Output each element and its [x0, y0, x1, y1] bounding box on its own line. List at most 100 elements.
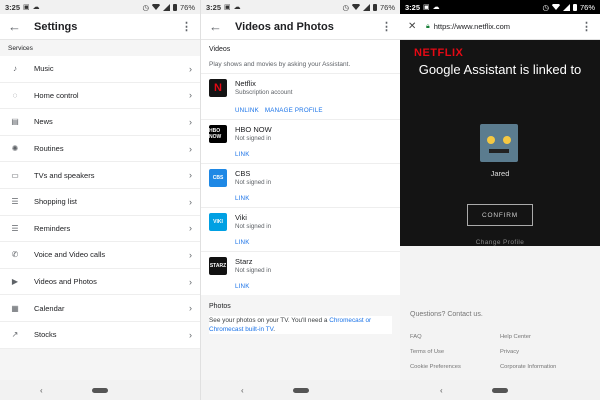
service-name: Netflix [235, 79, 256, 88]
unlink-button[interactable]: UNLINK [235, 107, 259, 114]
service-status: Subscription account [235, 89, 293, 96]
nav-back-icon[interactable]: ‹ [241, 386, 244, 395]
chevron-right-icon: › [189, 143, 192, 154]
change-profile-link[interactable]: Change Profile [400, 239, 600, 246]
link-button[interactable]: LINK [235, 195, 250, 202]
netflix-browser-screen: 3:25 ▣ ☁ ◷ 76% ✕ 🔒︎ https://www.netflix.… [400, 0, 600, 400]
url-text[interactable]: https://www.netflix.com [434, 22, 510, 31]
cast-icon: ▭ [11, 170, 19, 180]
system-nav-bar: ‹ [201, 380, 400, 400]
alarm-icon: ◷ [142, 2, 149, 12]
list-icon: ☰ [11, 197, 19, 207]
link-button[interactable]: LINK [235, 151, 250, 158]
settings-item[interactable]: ✆ Voice and Video calls › [0, 242, 200, 269]
profile-avatar[interactable] [480, 124, 518, 162]
footer-link-corporate[interactable]: Corporate Information [500, 364, 556, 370]
settings-item[interactable]: ♪ Music › [0, 56, 200, 83]
settings-item[interactable]: ▶ Videos and Photos › [0, 268, 200, 296]
avatar-eye-icon [487, 136, 495, 144]
service-logo: VIKI [209, 213, 227, 231]
settings-item[interactable]: ▭ TVs and speakers › [0, 162, 200, 189]
lightbulb-icon: ◌ [12, 90, 18, 100]
service-name: CBS [235, 169, 251, 178]
section-description: Play shows and movies by asking your Ass… [209, 61, 351, 68]
more-options-icon[interactable]: ⋮ [381, 20, 392, 33]
back-arrow-icon[interactable]: ← [209, 19, 227, 34]
wifi-icon [351, 4, 360, 10]
custom-tab-bar: ✕ 🔒︎ https://www.netflix.com ⋮ [400, 14, 600, 40]
signal-icon [362, 3, 370, 11]
battery-icon [172, 3, 177, 11]
footer-link-terms[interactable]: Terms of Use [410, 349, 444, 355]
manage-profile-button[interactable]: MANAGE PROFILE [265, 107, 323, 114]
app-bar: ← Settings ⋮ [0, 14, 200, 40]
battery-level: 76% [379, 2, 395, 12]
nav-back-icon[interactable]: ‹ [40, 386, 43, 395]
close-icon[interactable]: ✕ [408, 21, 422, 32]
link-button[interactable]: LINK [235, 283, 250, 290]
page-title: Settings [34, 20, 78, 33]
status-time: 3:25 [5, 2, 21, 12]
settings-item-label: Shopping list [34, 197, 77, 207]
settings-item[interactable]: ☰ Shopping list › [0, 188, 200, 216]
home-pill-icon[interactable] [92, 387, 108, 393]
section-label: Services [0, 40, 200, 56]
chevron-right-icon: › [189, 303, 192, 314]
service-info: Starz Not signed in LINK [235, 257, 392, 295]
settings-item[interactable]: ◌ Home control › [0, 82, 200, 110]
footer-link-help-center[interactable]: Help Center [500, 334, 531, 340]
service-list: N Netflix Subscription account UNLINK MANAGE… [201, 73, 400, 295]
settings-item[interactable]: ↗ Stocks › [0, 321, 200, 349]
photos-text-end: . [273, 326, 276, 333]
contact-link[interactable]: Questions? Contact us. [410, 311, 483, 318]
confirm-button[interactable]: CONFIRM [467, 204, 533, 226]
more-options-icon[interactable]: ⋮ [181, 20, 192, 33]
footer-link-cookies[interactable]: Cookie Preferences [410, 364, 461, 370]
service-actions: LINK [235, 239, 392, 251]
back-arrow-icon[interactable]: ← [8, 19, 26, 34]
section-heading: Photos [209, 303, 231, 310]
service-name: Starz [235, 257, 253, 266]
chevron-right-icon: › [189, 249, 192, 260]
video-icon: ▶ [11, 277, 19, 287]
service-item: STARZ Starz Not signed in LINK [201, 251, 400, 295]
routines-icon: ✺ [11, 144, 19, 154]
service-status: Not signed in [235, 179, 272, 186]
netflix-logo: NETFLIX [414, 47, 464, 59]
reminders-icon: ☰ [11, 223, 19, 233]
battery-level: 76% [579, 2, 595, 12]
service-item: N Netflix Subscription account UNLINK MANAGE… [201, 73, 400, 119]
notification-icon: ☁ [32, 4, 40, 11]
footer-link-faq[interactable]: FAQ [410, 334, 422, 340]
nav-back-icon[interactable]: ‹ [440, 386, 443, 395]
service-info: Viki Not signed in LINK [235, 213, 392, 251]
calendar-icon: ▦ [11, 303, 19, 313]
settings-item-label: TVs and speakers [34, 170, 95, 180]
service-logo: STARZ [209, 257, 227, 275]
signal-icon [162, 3, 170, 11]
service-item: HBO NOW HBO NOW Not signed in LINK [201, 119, 400, 163]
more-options-icon[interactable]: ⋮ [581, 20, 592, 33]
service-actions: LINK [235, 283, 392, 295]
settings-item-label: Routines [34, 144, 64, 154]
home-pill-icon[interactable] [293, 387, 309, 393]
settings-item[interactable]: ▤ News › [0, 109, 200, 136]
link-heading: Google Assistant is linked to [418, 62, 582, 77]
lock-icon[interactable]: 🔒︎ [426, 23, 430, 31]
battery-level: 76% [179, 2, 195, 12]
footer-link-privacy[interactable]: Privacy [500, 349, 519, 355]
home-pill-icon[interactable] [492, 387, 508, 393]
settings-item[interactable]: ▦ Calendar › [0, 295, 200, 322]
settings-item[interactable]: ✺ Routines › [0, 135, 200, 163]
status-time: 3:25 [405, 2, 421, 12]
settings-item-label: Stocks [34, 330, 57, 340]
photos-section: Photos See your photos on your TV. You'l… [201, 295, 400, 334]
chevron-right-icon: › [189, 170, 192, 181]
videos-section-header: Videos Play shows and movies by asking y… [201, 40, 400, 73]
service-name: Viki [235, 213, 247, 222]
photos-text: See your photos on your TV. You'll need … [209, 317, 330, 324]
chevron-right-icon: › [189, 223, 192, 234]
settings-item[interactable]: ☰ Reminders › [0, 215, 200, 243]
link-button[interactable]: LINK [235, 239, 250, 246]
settings-list: ♪ Music › ◌ Home control › ▤ News › ✺ Routines › ▭ TV… [0, 56, 200, 349]
